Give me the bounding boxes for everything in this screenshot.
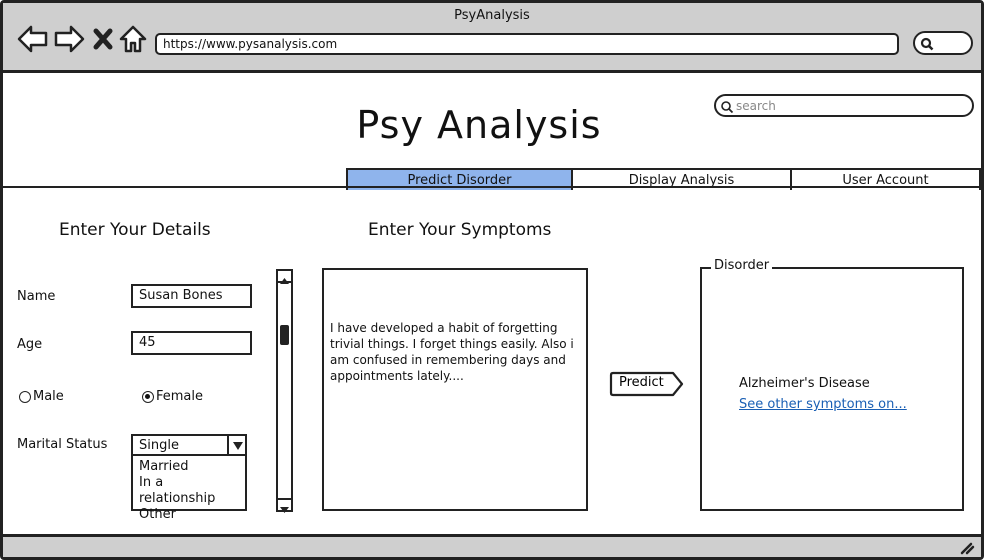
- search-icon: [920, 37, 934, 51]
- window-title: PsyAnalysis: [454, 8, 530, 23]
- symptoms-title: Enter Your Symptoms: [368, 220, 552, 240]
- page-search[interactable]: [714, 94, 974, 117]
- dropdown-option-other[interactable]: Other: [139, 507, 239, 523]
- scroll-down-icon[interactable]: [278, 498, 291, 513]
- scroll-up-icon[interactable]: [278, 271, 291, 284]
- back-icon[interactable]: [17, 23, 49, 55]
- resize-grip-icon[interactable]: [959, 541, 975, 555]
- radio-male-label: Male: [33, 389, 64, 404]
- radio-male[interactable]: Male: [19, 389, 64, 404]
- status-bar: [3, 534, 981, 557]
- forward-icon[interactable]: [53, 23, 85, 55]
- radio-female-label: Female: [156, 389, 204, 404]
- dropdown-option-relationship[interactable]: In a relationship: [139, 475, 239, 507]
- browser-toolbar: PsyAnalysis https://www.pysanalysis.com: [3, 3, 981, 73]
- dropdown-option-married[interactable]: Married: [139, 459, 239, 475]
- vertical-scrollbar[interactable]: [276, 269, 293, 513]
- marital-status-label: Marital Status: [17, 437, 108, 452]
- radio-female[interactable]: Female: [142, 389, 203, 404]
- symptoms-textarea[interactable]: I have developed a habit of forgetting t…: [322, 268, 588, 511]
- predict-button-label: Predict: [619, 375, 664, 390]
- radio-male-dot: [19, 390, 31, 403]
- browser-window: PsyAnalysis https://www.pysanalysis.com …: [0, 0, 984, 560]
- name-field[interactable]: Susan Bones: [131, 284, 252, 308]
- disorder-legend: Disorder: [711, 258, 773, 273]
- disorder-result: Alzheimer's Disease: [739, 376, 870, 391]
- details-title: Enter Your Details: [59, 220, 211, 240]
- page-title: Psy Analysis: [356, 103, 602, 147]
- url-bar[interactable]: https://www.pysanalysis.com: [155, 33, 899, 55]
- age-field[interactable]: 45: [131, 331, 252, 355]
- browser-search-button[interactable]: [913, 31, 973, 55]
- age-label: Age: [17, 337, 43, 352]
- other-symptoms-link[interactable]: See other symptoms on...: [739, 397, 907, 412]
- search-icon: [721, 101, 734, 114]
- predict-button[interactable]: Predict: [609, 371, 685, 397]
- home-icon[interactable]: [117, 23, 149, 55]
- marital-status-dropdown: Married In a relationship Other: [131, 456, 247, 522]
- marital-status-value: Single: [139, 438, 179, 453]
- chevron-down-icon[interactable]: [227, 434, 247, 456]
- header-divider: [3, 186, 983, 188]
- marital-status-select[interactable]: Single: [131, 434, 247, 456]
- scrollbar-thumb[interactable]: [280, 325, 289, 345]
- radio-female-dot: [142, 390, 154, 403]
- search-input[interactable]: [736, 97, 966, 115]
- name-label: Name: [17, 289, 56, 304]
